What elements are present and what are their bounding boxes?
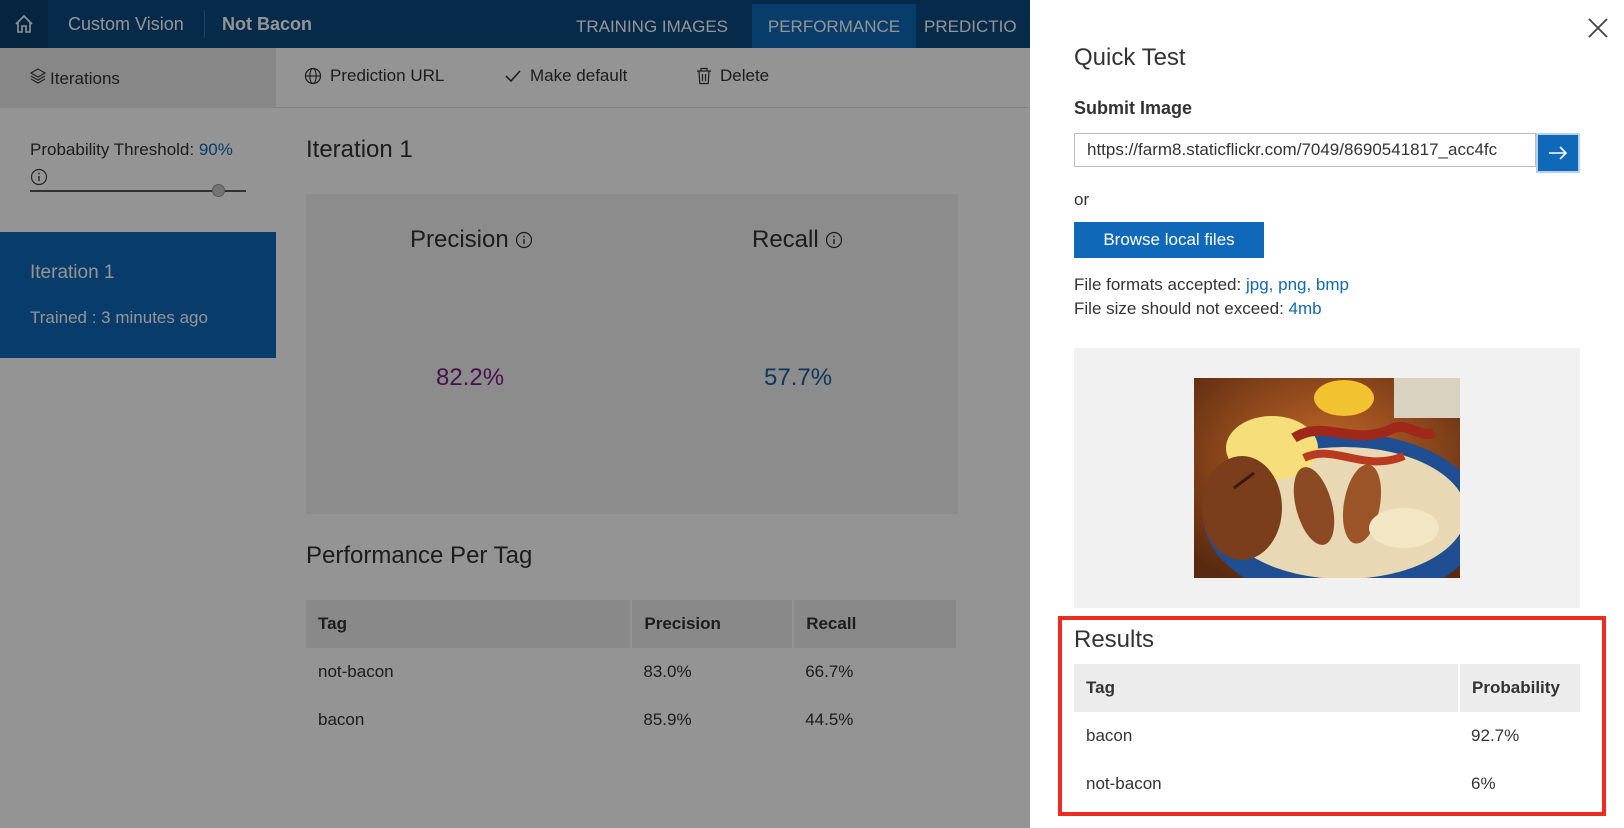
panel-title: Quick Test <box>1074 44 1186 71</box>
table-row: bacon 92.7% <box>1074 712 1581 760</box>
column-header-probability: Probability <box>1459 664 1582 712</box>
image-url-input[interactable] <box>1074 133 1536 167</box>
submit-image-label: Submit Image <box>1074 98 1193 118</box>
table-header-row: Tag Probability <box>1074 664 1582 712</box>
file-formats-info: File formats accepted: jpg, png, bmp <box>1074 275 1349 295</box>
probability-cell: 6% <box>1471 774 1496 793</box>
quick-test-panel: Quick Test Submit Image or Browse local … <box>1030 0 1624 828</box>
results-title: Results <box>1074 626 1155 653</box>
browse-local-files-button[interactable]: Browse local files <box>1074 222 1264 258</box>
image-preview-area <box>1074 348 1580 608</box>
file-size-info: File size should not exceed: 4mb <box>1074 299 1322 319</box>
results-table: Tag Probability bacon 92.7% not-bacon 6% <box>1074 664 1582 808</box>
table-row: not-bacon 6% <box>1074 760 1581 808</box>
formats-label: File formats accepted: <box>1074 275 1242 294</box>
size-value: 4mb <box>1288 299 1322 318</box>
column-header-tag: Tag <box>1074 664 1461 712</box>
preview-image <box>1194 378 1460 578</box>
submit-url-button[interactable] <box>1536 133 1580 173</box>
formats-value: jpg, png, bmp <box>1245 275 1349 294</box>
tag-cell: bacon <box>1086 726 1133 745</box>
close-icon[interactable] <box>1586 16 1610 40</box>
arrow-right-icon <box>1549 146 1568 160</box>
or-text: or <box>1074 190 1090 209</box>
probability-cell: 92.7% <box>1471 726 1520 745</box>
tag-cell: not-bacon <box>1086 774 1162 793</box>
size-label: File size should not exceed: <box>1074 299 1284 318</box>
modal-backdrop[interactable] <box>0 0 1030 828</box>
